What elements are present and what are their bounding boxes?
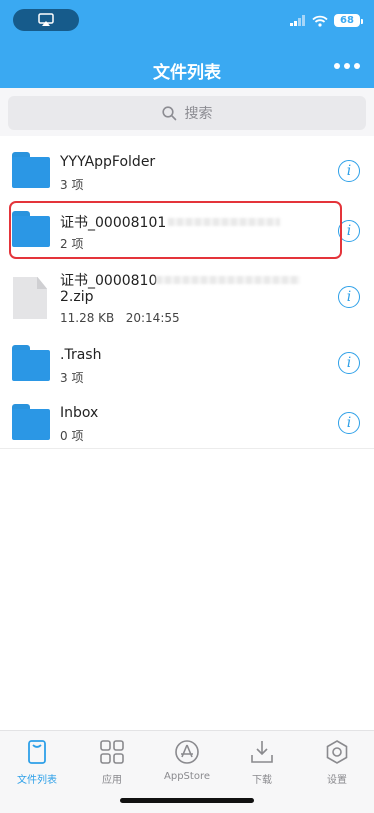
tab-settings[interactable]: 设置 [309,739,365,786]
selection-highlight-box [9,201,342,259]
tab-label: 下载 [252,775,272,786]
info-icon[interactable]: i [338,352,360,374]
tab-label: AppStore [164,771,210,782]
file-list-icon [28,740,46,764]
cellular-signal-icon [290,15,305,26]
appstore-icon [175,740,199,764]
screen-mirroring-pill[interactable] [13,9,79,31]
redacted-text [156,276,300,284]
file-row-certificate-zip[interactable]: 证书_0000810 2.zip 11.28 KB 20:14:55 i [0,262,374,332]
folder-icon [12,345,50,381]
file-size-time: 11.28 KB 20:14:55 [60,311,180,325]
tab-appstore[interactable]: AppStore [159,739,215,782]
status-bar: 68 [0,0,374,44]
more-dot-icon [334,63,340,69]
more-options-button[interactable] [334,56,360,76]
list-end-divider [0,448,374,449]
wifi-icon [312,15,328,27]
info-icon[interactable]: i [338,160,360,182]
file-row-yyyappfolder[interactable]: YYYAppFolder 3 项 i [0,141,374,199]
airplay-icon [38,13,54,26]
tab-file-list[interactable]: 文件列表 [9,739,65,786]
more-dot-icon [354,63,360,69]
more-dot-icon [344,63,350,69]
apps-grid-icon [100,740,124,764]
folder-icon [12,152,50,188]
file-row-inbox[interactable]: Inbox 0 项 i [0,392,374,450]
tab-label: 设置 [327,775,347,786]
battery-indicator: 68 [334,14,363,27]
tab-download[interactable]: 下载 [234,739,290,786]
file-name: YYYAppFolder [60,154,156,170]
folder-icon [12,404,50,440]
file-meta: 0 项 [60,429,84,443]
tab-label: 应用 [102,775,122,786]
file-meta: 3 项 [60,178,84,192]
home-indicator[interactable] [120,798,254,803]
search-area: 搜索 [0,88,374,136]
file-meta: 3 项 [60,371,84,385]
search-input[interactable]: 搜索 [8,96,366,130]
page-title: 文件列表 [153,63,221,83]
file-name-line1: 证书_0000810 [60,273,158,289]
header-bar: 68 文件列表 [0,0,374,88]
tab-apps[interactable]: 应用 [84,739,140,786]
file-time: 20:14:55 [125,311,180,325]
info-icon[interactable]: i [338,412,360,434]
info-icon[interactable]: i [338,286,360,308]
search-placeholder: 搜索 [184,106,213,122]
tab-label: 文件列表 [17,775,57,786]
file-name: Inbox [60,405,99,421]
document-file-icon [13,277,47,319]
file-row-trash[interactable]: .Trash 3 项 i [0,334,374,392]
status-right: 68 [290,14,363,27]
search-icon [161,105,176,120]
file-name: .Trash [60,347,102,363]
file-name-line2: 2.zip [60,289,94,305]
download-icon [251,741,273,763]
file-size: 11.28 KB [60,311,115,325]
settings-gear-icon [326,740,348,764]
